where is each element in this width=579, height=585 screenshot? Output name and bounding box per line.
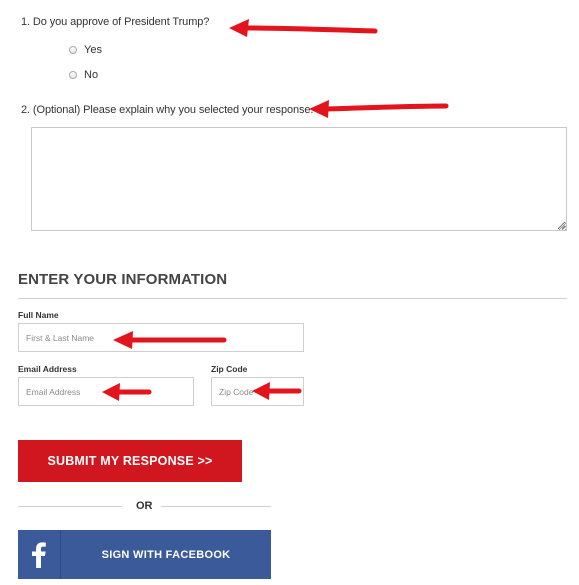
facebook-icon [18,530,61,579]
red-arrow-icon [229,19,378,37]
submit-button[interactable]: SUBMIT MY RESPONSE >> [18,440,242,482]
explanation-textarea[interactable] [31,127,567,231]
facebook-button-label: SIGN WITH FACEBOOK [101,548,231,561]
radio-no[interactable] [69,71,77,79]
email-label: Email Address [18,364,77,374]
resize-grip-icon[interactable] [558,222,566,230]
zip-label: Zip Code [211,364,248,374]
option-yes[interactable]: Yes [69,44,102,56]
radio-yes[interactable] [69,46,77,54]
sign-with-facebook-button[interactable]: SIGN WITH FACEBOOK [18,530,271,579]
red-arrow-icon [252,382,302,400]
option-yes-label: Yes [84,44,102,56]
or-divider-right [161,506,271,507]
question-1-label: 1. Do you approve of President Trump? [21,16,210,28]
red-arrow-icon [309,100,449,118]
or-label: OR [136,500,153,512]
section-title: ENTER YOUR INFORMATION [18,271,228,288]
question-2-label: 2. (Optional) Please explain why you sel… [21,104,314,116]
section-divider [18,298,567,299]
red-arrow-icon [113,331,227,349]
option-no[interactable]: No [69,69,98,81]
or-divider-left [18,506,122,507]
red-arrow-icon [102,383,152,401]
full-name-label: Full Name [18,310,59,320]
option-no-label: No [84,69,99,81]
